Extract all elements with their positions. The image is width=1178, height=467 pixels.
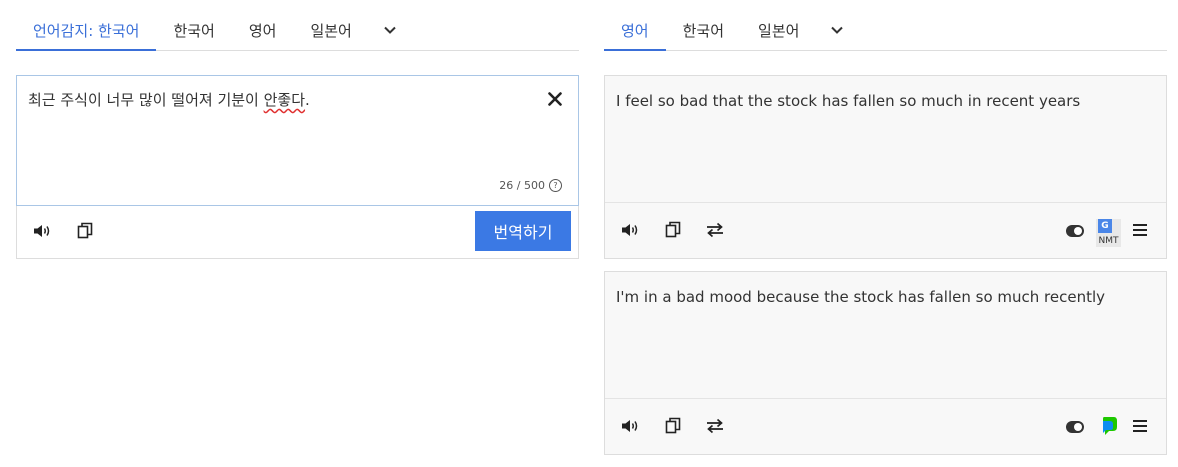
google-nmt-engine-icon[interactable]: G NMT [1096,219,1121,247]
display-toggle[interactable] [1066,421,1084,433]
chevron-down-icon [831,26,844,34]
source-more-languages-button[interactable] [369,10,411,50]
character-count: 26 / 500 ? [499,179,562,192]
speaker-icon [622,420,638,432]
translation-result-1: I feel so bad that the stock has fallen … [604,75,1167,259]
swap-arrows-icon [707,418,723,434]
source-text-main: 최근 주식이 너무 많이 떨어져 기분이 [28,91,264,109]
clear-text-button[interactable] [544,88,566,110]
tab-detect-language[interactable]: 언어감지: 한국어 [16,10,157,51]
listen-source-button[interactable] [31,219,55,243]
result-toolbar [605,398,1166,454]
close-icon [548,92,562,106]
google-badge: G [1098,219,1112,233]
source-text-end: . [305,91,310,109]
listen-result-button[interactable] [619,414,643,438]
tab-target-english[interactable]: 영어 [604,10,666,51]
speaker-icon [34,225,50,237]
tab-source-japanese[interactable]: 일본어 [293,10,368,50]
menu-button[interactable] [1128,414,1152,438]
spellcheck-flagged-word: 안좋다 [263,91,306,109]
chevron-down-icon [384,26,396,34]
papago-logo-icon [1103,417,1117,435]
translate-button[interactable]: 번역하기 [475,211,571,251]
target-more-languages-button[interactable] [816,10,858,50]
translation-text[interactable]: I feel so bad that the stock has fallen … [616,92,1080,110]
menu-icon [1133,224,1147,236]
result-toolbar: G NMT [605,202,1166,258]
swap-languages-button[interactable] [703,218,727,242]
display-toggle[interactable] [1066,225,1084,237]
listen-result-button[interactable] [619,218,643,242]
swap-languages-button[interactable] [703,414,727,438]
menu-button[interactable] [1128,218,1152,242]
papago-engine-icon[interactable] [1101,415,1119,437]
tab-source-korean[interactable]: 한국어 [156,10,231,50]
translation-text[interactable]: I'm in a bad mood because the stock has … [616,288,1105,306]
tab-source-english[interactable]: 영어 [232,10,294,50]
source-text-area[interactable]: 최근 주식이 너무 많이 떨어져 기분이 안좋다. 26 / 500 ? [16,75,579,206]
source-toolbar: 번역하기 [16,206,579,259]
tab-target-japanese[interactable]: 일본어 [741,10,816,50]
help-icon[interactable]: ? [549,179,562,192]
copy-result-button[interactable] [661,414,685,438]
speaker-icon [622,224,638,236]
copy-icon [77,222,93,239]
source-text[interactable]: 최근 주식이 너무 많이 떨어져 기분이 안좋다. [28,89,310,110]
target-language-tabs: 영어 한국어 일본어 [604,10,1167,51]
character-count-text: 26 / 500 [499,179,545,192]
tab-target-korean[interactable]: 한국어 [666,10,741,50]
translation-result-2: I'm in a bad mood because the stock has … [604,271,1167,455]
copy-icon [665,221,681,238]
menu-icon [1133,420,1147,432]
nmt-label: NMT [1098,236,1119,246]
copy-icon [665,417,681,434]
copy-result-button[interactable] [661,218,685,242]
swap-arrows-icon [707,222,723,238]
copy-source-button[interactable] [73,219,97,243]
source-language-tabs: 언어감지: 한국어 한국어 영어 일본어 [16,10,579,51]
